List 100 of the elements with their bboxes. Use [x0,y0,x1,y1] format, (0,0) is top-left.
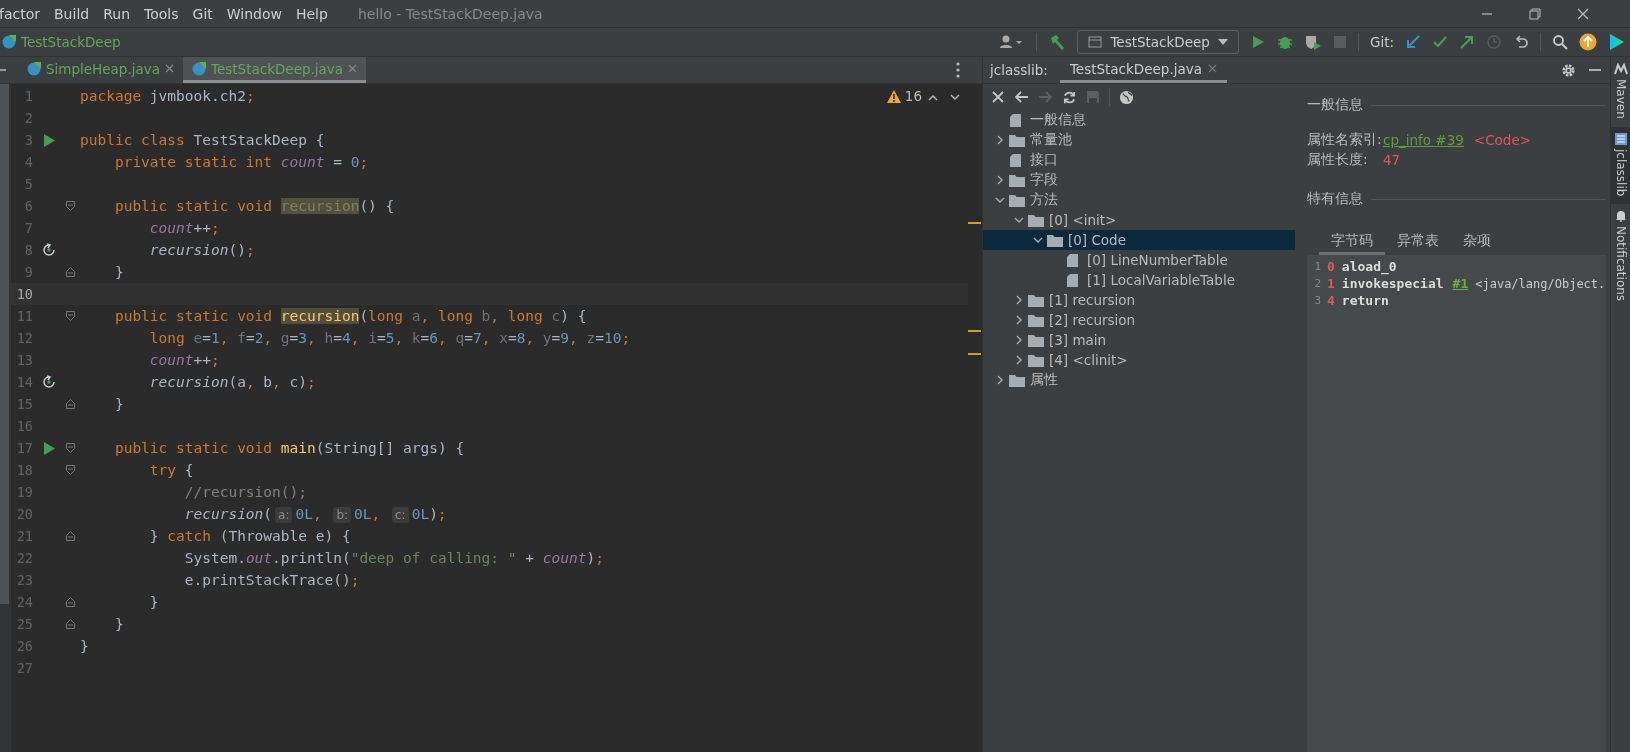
line-number: 10 [15,286,33,302]
menu-item[interactable]: Window [226,5,290,22]
fold-icon[interactable] [65,443,75,453]
settings-icon[interactable] [1561,62,1576,78]
tree-item[interactable]: 一般信息 [983,110,1295,130]
tree-item[interactable]: [1] LocalVariableTable [983,270,1295,290]
line-number: 26 [15,638,33,654]
folder-icon [1028,313,1044,327]
chevron-right-icon[interactable] [995,135,1005,145]
coverage-icon[interactable] [1303,34,1322,50]
close-icon[interactable] [1576,6,1590,21]
editor-tab[interactable]: SimpleHeap.java [18,57,183,83]
fold-icon[interactable] [65,619,75,629]
bytecode-comment: <java/lang/Object. [1475,276,1606,291]
fold-icon[interactable] [65,465,75,475]
breadcrumb[interactable]: TestStackDeep [21,34,121,50]
caret-icon [1217,39,1228,45]
tree-item[interactable]: 常量池 [983,130,1295,150]
tree-item[interactable]: [0] LineNumberTable [983,250,1295,270]
tool-window-button[interactable]: Notifications [1611,204,1630,310]
arrow-icon[interactable] [1405,34,1421,50]
bytecode-instruction: aload_0 [1341,259,1397,274]
line-number: 15 [15,396,33,412]
close-icon[interactable] [165,64,174,73]
tree-item[interactable]: 属性 [983,370,1295,390]
run-icon[interactable] [43,441,55,455]
tool-window-button[interactable]: jclasslib [1611,126,1630,205]
line-number: 13 [15,352,33,368]
fold-icon[interactable] [65,399,75,409]
tree-item[interactable]: 接口 [983,150,1295,170]
close-icon[interactable] [991,90,1005,104]
fold-icon[interactable] [65,267,75,277]
fold-icon[interactable] [65,201,75,211]
back-icon[interactable] [1014,90,1029,104]
tool-window-button[interactable]: Maven [1611,57,1630,127]
search-icon[interactable] [1552,34,1568,50]
plugin-logo-icon[interactable] [1608,33,1624,51]
tree-item[interactable]: [3] main [983,330,1295,350]
undo-icon[interactable] [1513,34,1529,50]
code-line: recursion( a: 0L, b: 0L, c: 0L); [183,506,447,522]
tree-item[interactable]: [4] <clinit> [983,350,1295,370]
folder-icon [1047,233,1063,247]
menu-item[interactable]: Tools [144,5,187,22]
menu-item[interactable]: factor [0,5,48,22]
attribute-link[interactable]: cp_info #39 [1383,132,1464,148]
warning-counter[interactable]: 16 [886,88,922,104]
check-icon[interactable] [1432,34,1448,50]
scrollbar[interactable] [0,84,9,604]
run-icon[interactable] [43,133,55,147]
chevron-down-icon[interactable] [950,94,960,101]
section-title: 一般信息 [1307,96,1363,114]
detail-tab[interactable]: 异常表 [1385,230,1451,255]
class-icon [2,35,16,49]
attribute-label: 属性名索引: [1307,131,1383,149]
menu-item[interactable]: Run [103,5,139,22]
line-number: 16 [15,418,33,434]
folder-icon [1009,173,1025,187]
line-number: 22 [15,550,33,566]
tree-item[interactable]: [2] recursion [983,310,1295,330]
menu-item[interactable]: Git [192,5,221,22]
more-icon[interactable] [956,62,960,78]
recursive-call-icon [42,243,56,257]
menu-item[interactable]: Help [295,5,336,22]
restore-icon[interactable] [1528,6,1542,21]
arrow-icon[interactable] [1459,34,1475,50]
tree-item[interactable]: [1] recursion [983,290,1295,310]
code-line: } catch (Throwable e) { [148,528,351,544]
globe-icon[interactable] [1119,89,1134,105]
code-line: } [148,594,159,610]
class-icon [192,61,206,76]
class-icon [27,61,41,76]
refresh-icon[interactable] [1062,89,1077,105]
panel-tab[interactable]: TestStackDeep.java [1059,57,1227,83]
bug-icon[interactable] [1276,34,1293,50]
code-line: e.printStackTrace(); [183,572,360,588]
fold-icon[interactable] [65,531,75,541]
constant-link[interactable]: #1 [1452,276,1469,291]
hammer-icon[interactable] [1048,33,1067,51]
line-number: 11 [15,308,33,324]
update-icon[interactable] [1579,33,1597,51]
panel-title: jclasslib: [990,62,1048,78]
recursive-call-icon [42,375,56,389]
tree-item[interactable]: 方法 [983,190,1295,210]
chevron-right-icon[interactable] [995,175,1005,185]
tree-item[interactable]: [0] <init> [983,210,1295,230]
menu-item[interactable]: Build [54,5,98,22]
tree-item[interactable]: [0] Code [983,230,1295,250]
fold-icon[interactable] [65,597,75,607]
code-line: //recursion(); [183,484,307,500]
fold-icon[interactable] [65,311,75,321]
detail-tab[interactable]: 杂项 [1451,230,1503,255]
line-number: 7 [23,220,33,236]
tree-item[interactable]: 字段 [983,170,1295,190]
line-number: 1 [23,88,33,104]
attribute-value: 47 [1383,152,1401,168]
run-config-dropdown[interactable]: TestStackDeep [1077,30,1239,54]
bell-icon [1614,210,1627,223]
chevron-up-icon[interactable] [928,94,938,101]
bytecode-offset: 4 [1327,293,1335,308]
warning-icon [886,89,901,103]
